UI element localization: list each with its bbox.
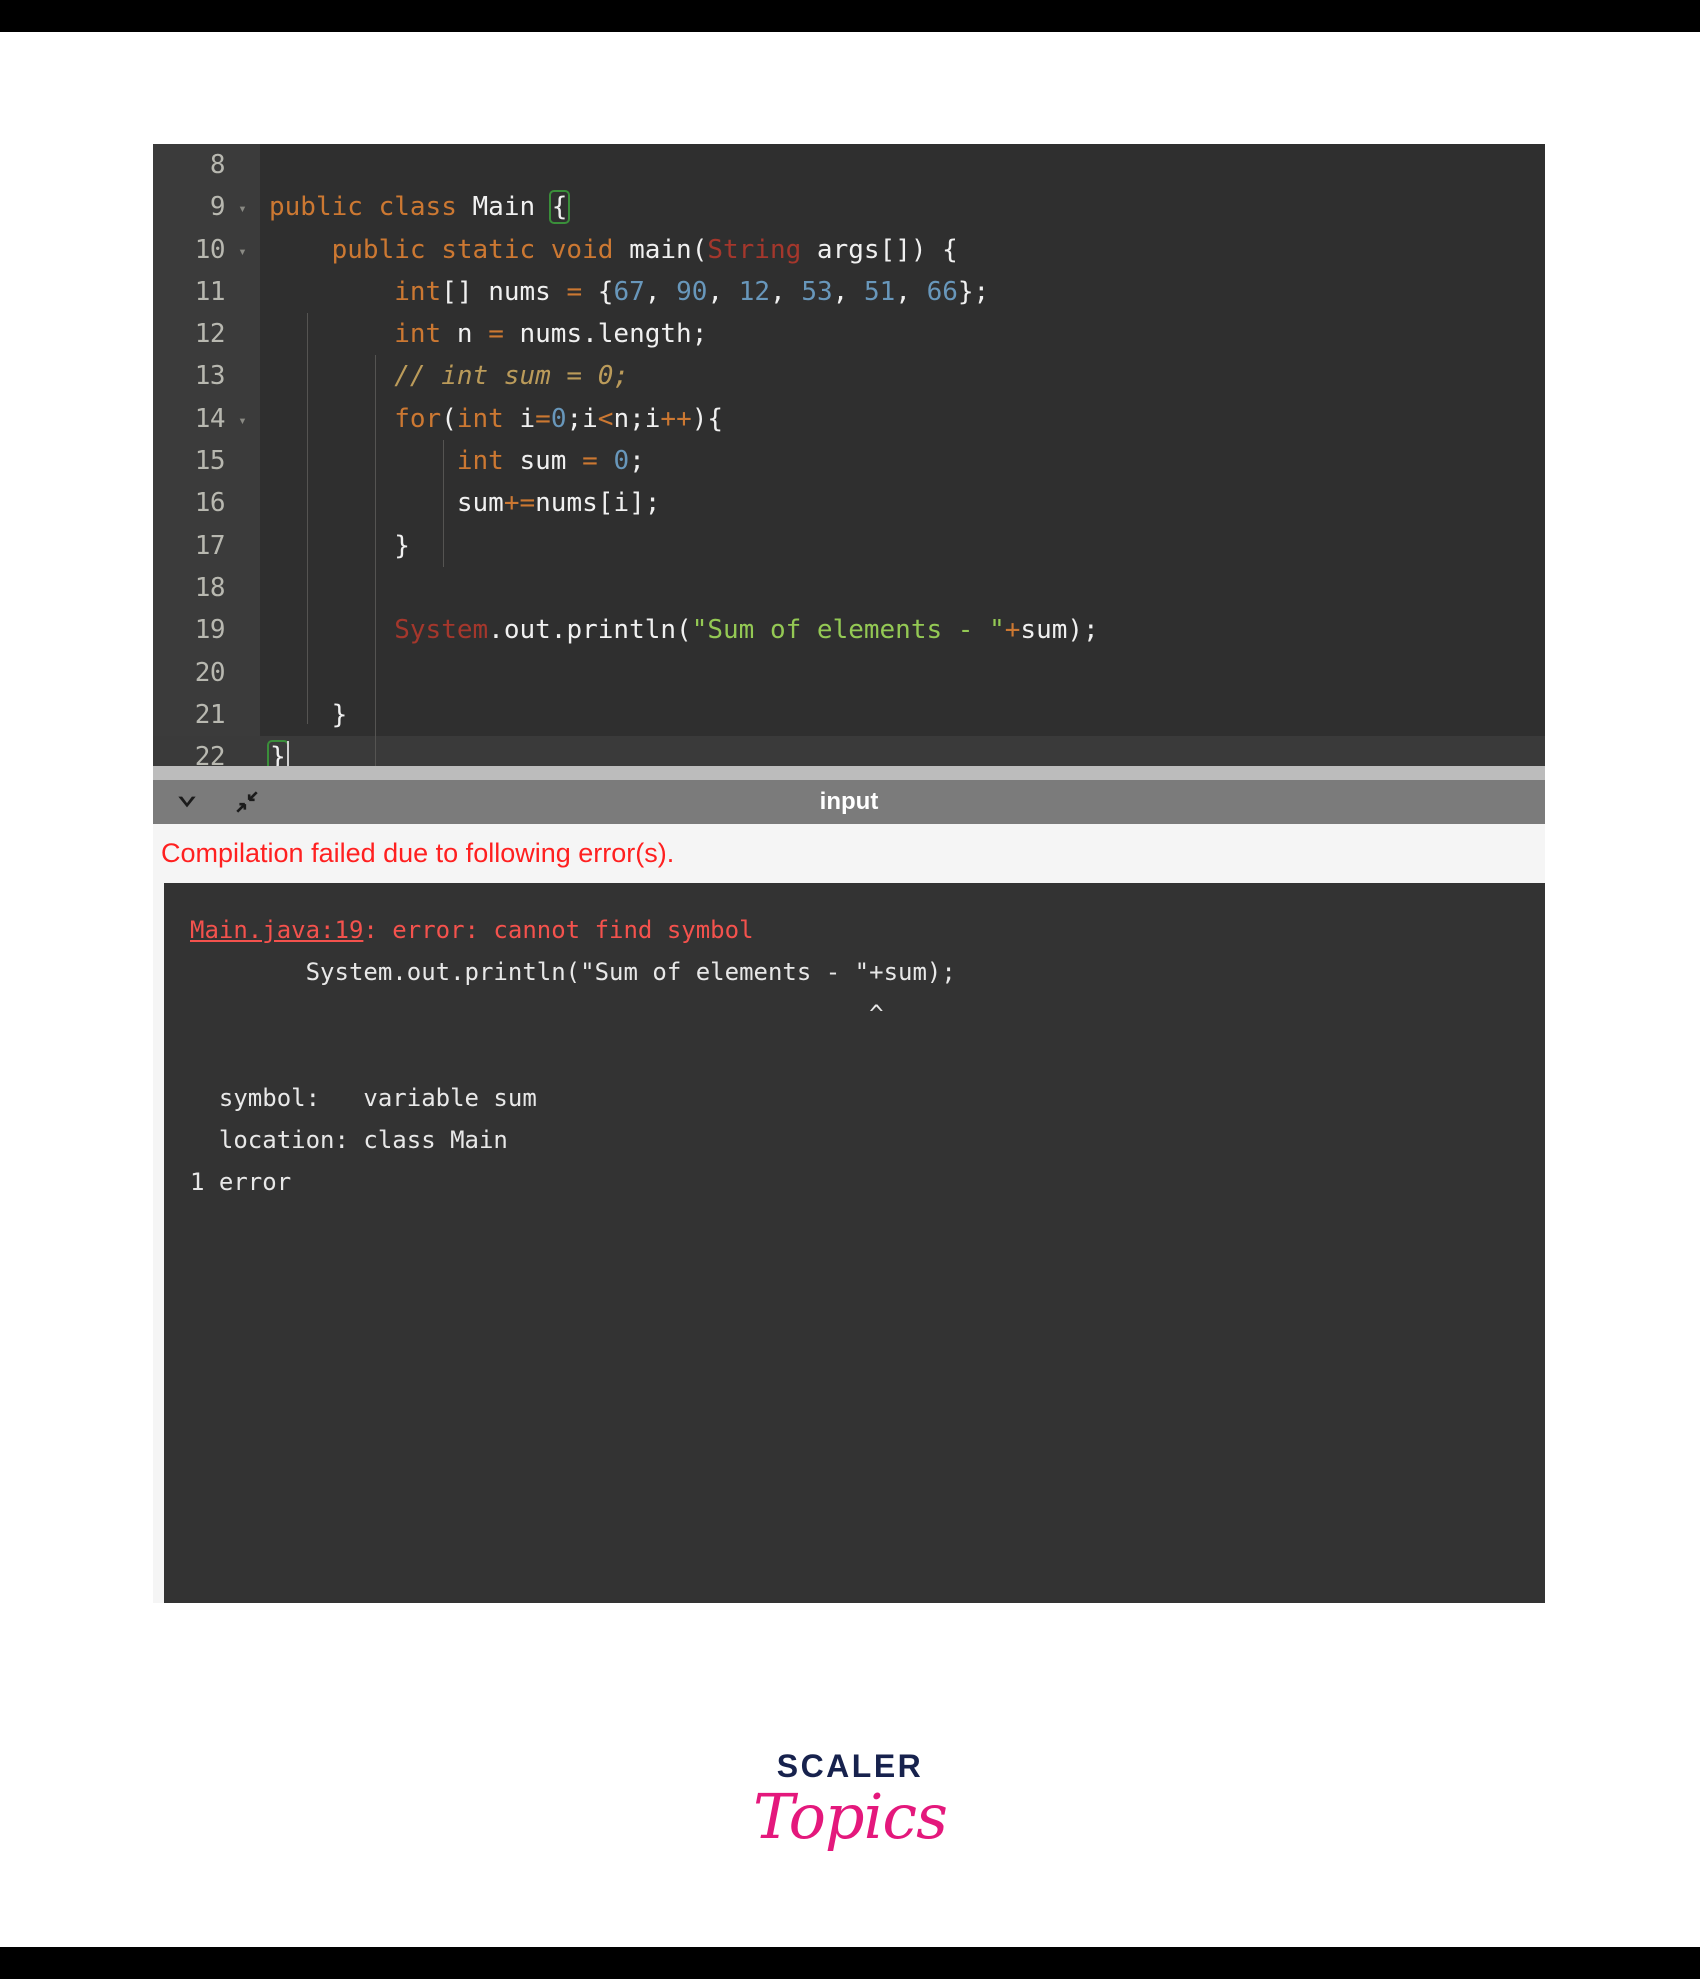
fold-spacer: · [225,329,260,343]
code-line-text: public class Main { [269,190,571,225]
console-line: 1 error [190,1161,1545,1203]
editor-resize-divider[interactable] [153,766,1545,780]
line-number: 10 [194,234,226,265]
letterbox-top-bar [0,0,1700,32]
fold-spacer: · [225,499,260,513]
code-line-text: public static void main(String args[]) { [331,234,958,265]
console-text: System.out.println("Sum of elements - "+… [190,958,956,986]
fold-spacer: · [225,710,260,724]
fold-spacer: · [225,372,260,386]
bracket-match-highlight: } [267,740,289,766]
line-number: 19 [194,615,226,646]
code-line-text: int[] nums = {67, 90, 12, 53, 51, 66}; [394,276,990,307]
code-line[interactable]: 18· [153,567,1545,609]
logo-topics-text: Topics [753,1780,948,1853]
input-toolbar-tools [153,788,261,816]
letterbox-bottom-bar [0,1947,1700,1979]
code-line[interactable]: 9 ▾ public class Main { [153,186,1545,228]
fold-spacer: · [225,287,260,301]
code-line-text: } [331,699,348,730]
code-line-text: } [394,530,410,561]
console-line: location: class Main [190,1119,1545,1161]
code-line[interactable]: 20· [153,652,1545,694]
line-number: 22 [194,742,226,766]
line-number: 20 [194,657,226,688]
compile-failed-message: Compilation failed due to following erro… [161,838,675,868]
code-line-text: for(int i=0;i<n;i++){ [394,403,724,434]
console-output[interactable]: Main.java:19: error: cannot find symbol … [164,883,1545,1603]
fold-toggle-icon[interactable]: ▾ [225,414,260,428]
line-number: 17 [194,530,226,561]
code-line-text: System.out.println("Sum of elements - "+… [394,615,1099,646]
code-line[interactable]: 21· } [153,694,1545,736]
bracket-match-highlight: { [548,190,571,225]
compress-arrows-icon[interactable] [233,788,261,816]
compile-status-area: Compilation failed due to following erro… [153,824,1545,883]
line-number: 11 [194,276,226,307]
console-text: symbol: variable sum [190,1084,537,1112]
console-line: System.out.println("Sum of elements - "+… [190,951,1545,993]
code-line[interactable]: 16· sum+=nums[i]; [153,482,1545,524]
input-panel-title: input [819,788,879,815]
indent-guide [307,313,308,724]
console-text: 1 error [190,1168,292,1196]
line-number: 21 [194,699,226,730]
console-line: ^ [190,993,1545,1035]
code-editor[interactable]: 8·9▾public class Main {10▾ public static… [153,144,1545,766]
indent-guide [443,440,444,567]
fold-spacer: · [225,583,260,597]
fold-spacer: · [225,668,260,682]
fold-spacer: · [225,541,260,555]
fold-spacer: · [225,625,260,639]
line-number: 13 [194,361,226,392]
logo-scaler-text: SCALER [776,1748,924,1784]
code-lines-container[interactable]: 8·9▾public class Main {10▾ public static… [153,144,1545,766]
line-number: 15 [194,446,226,477]
code-line-text: int n = nums.length; [394,319,708,350]
code-line[interactable]: 22·} [153,736,1545,766]
code-line[interactable]: 10 ▾ public static void main(String args[… [153,229,1545,271]
fold-toggle-icon[interactable]: ▾ [225,245,260,259]
console-text: location: class Main [190,1126,508,1154]
code-line[interactable]: 13· // int sum = 0; [153,355,1545,397]
chevron-down-icon[interactable] [173,788,201,816]
code-line[interactable]: 12· int n = nums.length; [153,313,1545,355]
code-line-text: int sum = 0; [456,446,645,477]
online-ide-panel: 8·9▾public class Main {10▾ public static… [153,144,1545,1603]
code-line[interactable]: 15· int sum = 0; [153,440,1545,482]
code-line[interactable]: 19· System.out.println("Sum of elements … [153,609,1545,651]
indent-guide [375,355,376,766]
scaler-topics-logo: SCALER Topics [0,1750,1700,1848]
line-number: 12 [194,319,226,350]
fold-spacer: · [225,160,260,174]
text-caret [286,740,289,766]
code-line-text: } [260,736,1545,766]
code-line[interactable]: 14 ▾ for(int i=0;i<n;i++){ [153,398,1545,440]
error-file-link[interactable]: Main.java:19 [190,916,363,944]
fold-spacer: · [225,456,260,470]
line-number: 18 [194,572,226,603]
fold-toggle-icon[interactable]: ▾ [225,202,260,216]
line-number: 9 [209,192,226,223]
line-number: 14 [194,403,226,434]
code-line[interactable]: 17· } [153,525,1545,567]
input-toolbar: input [153,780,1545,824]
line-number: 8 [209,150,226,180]
console-text: : error: cannot find symbol [363,916,754,944]
console-outer-frame: Main.java:19: error: cannot find symbol … [153,883,1545,1603]
console-line: symbol: variable sum [190,1077,1545,1119]
console-text: ^ [190,1000,884,1028]
code-line-text: sum+=nums[i]; [456,488,661,519]
console-line: Main.java:19: error: cannot find symbol [190,909,1545,951]
code-line[interactable]: 11· int[] nums = {67, 90, 12, 53, 51, 66… [153,271,1545,313]
code-line-text: // int sum = 0; [394,361,630,392]
fold-spacer: · [225,752,260,766]
line-number: 16 [194,488,226,519]
page-canvas: 8·9▾public class Main {10▾ public static… [0,32,1700,1947]
code-line[interactable]: 8· [153,144,1545,186]
